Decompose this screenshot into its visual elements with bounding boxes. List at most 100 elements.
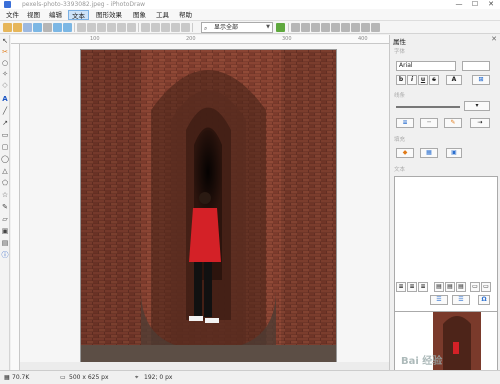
snap-icon[interactable]	[331, 23, 340, 32]
callout-tool-icon[interactable]: ▱	[1, 215, 9, 223]
text-section-label: 文本	[394, 167, 406, 173]
align-center-button[interactable]: ≡	[407, 282, 417, 292]
grid-icon[interactable]	[301, 23, 310, 32]
navigator-thumbnail[interactable]: Bai 经验	[394, 311, 498, 371]
font-family-select[interactable]: Arial	[396, 61, 456, 71]
fill-image-button[interactable]: ▣	[446, 148, 462, 158]
polygon-tool-icon[interactable]: ⬠	[1, 179, 9, 187]
copy-icon[interactable]	[87, 23, 96, 32]
image-insert-icon[interactable]: ▣	[1, 227, 9, 235]
dash-style-button[interactable]: ┄	[420, 118, 438, 128]
line-width-slider[interactable]	[396, 106, 460, 108]
valign-top-button[interactable]: ▤	[434, 282, 444, 292]
highlight-icon[interactable]: ▤	[1, 239, 9, 247]
rotate-icon[interactable]	[161, 23, 170, 32]
ruler-icon[interactable]	[311, 23, 320, 32]
minimize-button[interactable]: —	[452, 0, 466, 9]
guides-icon[interactable]	[321, 23, 330, 32]
layers-icon[interactable]	[341, 23, 350, 32]
valign-bottom-button[interactable]: ▤	[456, 282, 466, 292]
lasso-icon[interactable]: ○	[1, 59, 9, 67]
text-wrap-button[interactable]: ▭	[470, 282, 480, 292]
horizontal-ruler: 100 200 300 400	[11, 35, 389, 44]
align-icon[interactable]	[141, 23, 150, 32]
close-icon[interactable]: ✕	[491, 35, 497, 43]
fill-bucket-button[interactable]: ◆	[396, 148, 414, 158]
crop-icon[interactable]	[181, 23, 190, 32]
triangle-tool-icon[interactable]: △	[1, 167, 9, 175]
bold-button[interactable]: b	[396, 75, 406, 85]
menu-text[interactable]: 文本	[68, 10, 89, 20]
actual-size-icon[interactable]	[361, 23, 370, 32]
rectangle-tool-icon[interactable]: ▭	[1, 131, 9, 139]
text-tool-icon[interactable]: A	[1, 95, 9, 103]
delete-icon[interactable]	[107, 23, 116, 32]
settings-icon[interactable]	[43, 23, 52, 32]
pen-color-button[interactable]: ✎	[444, 118, 462, 128]
menu-tools[interactable]: 工具	[153, 10, 172, 20]
fill-pattern-button[interactable]: ▦	[420, 148, 438, 158]
undo-icon[interactable]	[53, 23, 62, 32]
arrange-icon[interactable]	[151, 23, 160, 32]
properties-panel: 属性 ✕ 字体 Arial b i u s A ⊞ 线条 ▾ ≡ ┄ ✎ ⇢ 填…	[389, 35, 500, 371]
ellipse-tool-icon[interactable]: ◯	[1, 155, 9, 163]
tools-sidebar: ↖ ✂ ○ ✧ ◇ A ╱ ↗ ▭ ▢ ◯ △ ⬠ ☆ ✎ ▱ ▣ ▤ ⓘ	[0, 35, 10, 370]
close-button[interactable]: ✕	[484, 0, 498, 9]
arrow-style-button[interactable]: ⇢	[470, 118, 490, 128]
menu-edit[interactable]: 编辑	[46, 10, 65, 20]
menu-image[interactable]: 图象	[130, 10, 149, 20]
arrow-tool-icon[interactable]: ↗	[1, 119, 9, 127]
open-folder-icon[interactable]	[13, 23, 22, 32]
chevron-down-icon: ▼	[266, 24, 270, 30]
crop-tool-icon[interactable]: ✂	[1, 48, 9, 56]
horizontal-scrollbar[interactable]	[20, 362, 389, 370]
flip-icon[interactable]	[171, 23, 180, 32]
save-icon[interactable]	[23, 23, 32, 32]
eraser-icon[interactable]: ◇	[1, 81, 9, 89]
star-tool-icon[interactable]: ☆	[1, 191, 9, 199]
line-style-select[interactable]: ▾	[464, 101, 490, 111]
magic-wand-icon[interactable]: ✧	[1, 70, 9, 78]
fullscreen-icon[interactable]	[371, 23, 380, 32]
view-tool-icon[interactable]	[291, 23, 300, 32]
indent-button[interactable]: ☰	[452, 295, 470, 305]
align-left-button[interactable]: ≡	[396, 282, 406, 292]
pen-tool-icon[interactable]: ✎	[1, 203, 9, 211]
photo-image[interactable]	[81, 50, 336, 367]
info-icon[interactable]: ⓘ	[1, 251, 9, 259]
align-right-button[interactable]: ≡	[418, 282, 428, 292]
ruler-tick: 400	[358, 36, 368, 42]
italic-button[interactable]: i	[407, 75, 417, 85]
symbol-button[interactable]: Ω	[478, 295, 490, 305]
font-size-select[interactable]	[462, 61, 490, 71]
menu-bar: 文件 视图 编辑 文本 图形效果 图象 工具 帮助	[0, 9, 500, 21]
file-size-icon: ▦	[4, 374, 10, 381]
new-file-icon[interactable]	[3, 23, 12, 32]
cut-icon[interactable]	[77, 23, 86, 32]
valign-middle-button[interactable]: ▤	[445, 282, 455, 292]
paste-icon[interactable]	[97, 23, 106, 32]
list-style-button[interactable]: ☰	[430, 295, 448, 305]
font-section-label: 字体	[394, 49, 406, 55]
line-tool-icon[interactable]: ╱	[1, 107, 9, 115]
select-arrow-icon[interactable]: ↖	[1, 37, 9, 45]
zoom-dropdown[interactable]: ⌕ 显示全部 ▼	[201, 22, 273, 33]
fit-icon[interactable]	[351, 23, 360, 32]
group-icon[interactable]	[127, 23, 136, 32]
rounded-rect-icon[interactable]: ▢	[1, 143, 9, 151]
line-color-button[interactable]: ≡	[396, 118, 414, 128]
menu-help[interactable]: 帮助	[176, 10, 195, 20]
redo-icon[interactable]	[63, 23, 72, 32]
menu-view[interactable]: 视图	[24, 10, 43, 20]
menu-graphic-effects[interactable]: 图形效果	[93, 10, 125, 20]
maximize-button[interactable]: ☐	[468, 0, 482, 9]
text-align-button[interactable]: ⊞	[472, 75, 490, 85]
print-icon[interactable]	[33, 23, 42, 32]
menu-file[interactable]: 文件	[3, 10, 22, 20]
font-color-button[interactable]: A	[446, 75, 462, 85]
zoom-search-icon[interactable]	[276, 23, 285, 32]
underline-button[interactable]: u	[418, 75, 428, 85]
strikethrough-button[interactable]: s	[429, 75, 439, 85]
duplicate-icon[interactable]	[117, 23, 126, 32]
text-box-button[interactable]: ▭	[481, 282, 491, 292]
